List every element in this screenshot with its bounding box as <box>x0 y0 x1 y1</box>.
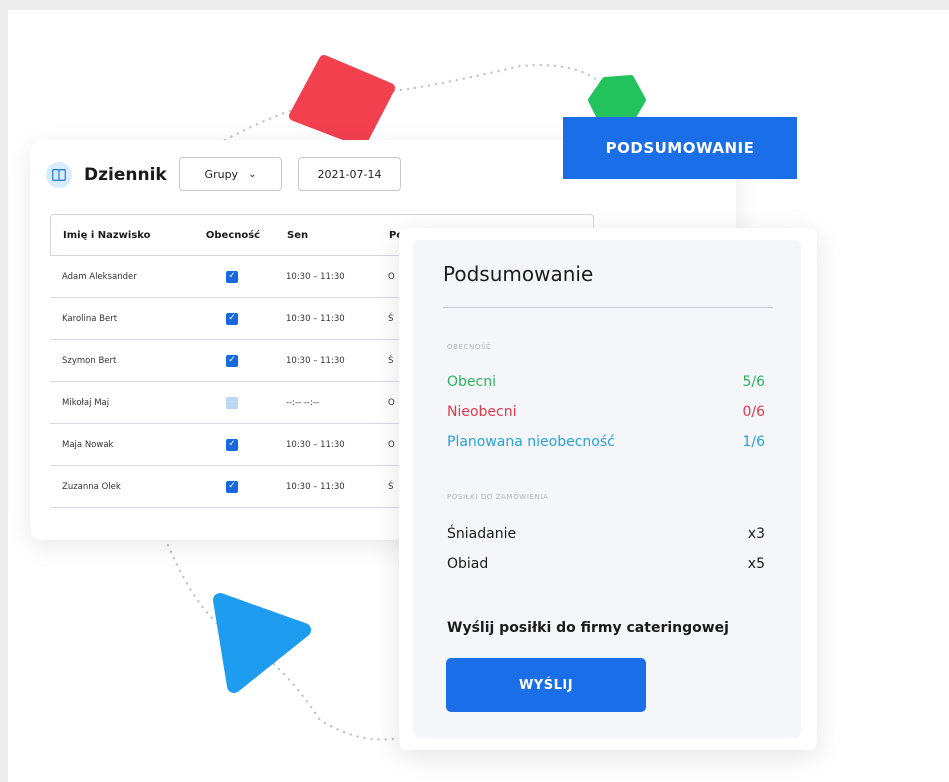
sleep-time: 10:30 – 11:30 <box>286 439 345 450</box>
child-name: Maja Nowak <box>62 439 114 450</box>
summary-title: Podsumowanie <box>443 262 594 286</box>
group-select[interactable]: Grupy ⌄ <box>179 157 282 191</box>
present-label: Obecni <box>447 374 496 390</box>
attendance-section-header: OBECNOŚĆ <box>447 343 492 351</box>
group-select-label: Grupy <box>204 167 239 181</box>
attendance-checkbox[interactable]: ✓ <box>226 312 238 325</box>
child-name: Mikołaj Maj <box>62 397 110 408</box>
date-field[interactable]: 2021-07-14 <box>298 157 401 191</box>
send-meals-label: Wyślij posiłki do firmy cateringowej <box>447 620 729 636</box>
breakfast-value: x3 <box>747 526 765 542</box>
attendance-checkbox[interactable]: ✓ <box>226 480 238 493</box>
child-name: Zuzanna Olek <box>62 481 121 492</box>
breakfast-label: Śniadanie <box>447 526 517 542</box>
meal-row-breakfast: Śniadanie x3 <box>447 526 765 542</box>
sleep-time: 10:30 – 11:30 <box>286 355 345 366</box>
summary-button[interactable]: PODSUMOWANIE <box>563 117 797 179</box>
blue-triangle-decoration <box>213 593 311 693</box>
planned-label: Planowana nieobecność <box>447 434 615 450</box>
lunch-label: Obiad <box>447 556 489 572</box>
attendance-checkbox[interactable]: – <box>226 396 238 409</box>
column-header-name: Imię i Nazwisko <box>63 229 151 241</box>
sleep-time: 10:30 – 11:30 <box>286 271 345 282</box>
meals-section-header: POSIŁKI DO ZAMÓWIENIA <box>447 493 549 501</box>
meal-row-lunch: Obiad x5 <box>447 556 765 572</box>
planned-value: 1/6 <box>742 434 765 450</box>
red-shape-decoration <box>289 55 395 147</box>
attendance-checkbox[interactable]: ✓ <box>226 354 238 367</box>
column-header-sleep: Sen <box>287 229 309 241</box>
summary-planned-row: Planowana nieobecność 1/6 <box>447 434 765 450</box>
journal-title-text: Dziennik <box>84 165 167 185</box>
send-button[interactable]: WYŚLIJ <box>446 658 646 712</box>
absent-value: 0/6 <box>742 404 765 420</box>
sleep-time: 10:30 – 11:30 <box>286 313 345 324</box>
book-icon <box>46 162 72 188</box>
journal-title: Dziennik <box>46 162 167 188</box>
column-header-attendance: Obecność <box>205 229 261 241</box>
child-name: Szymon Bert <box>62 355 117 366</box>
lunch-value: x5 <box>747 556 765 572</box>
summary-absent-row: Nieobecni 0/6 <box>447 404 765 420</box>
attendance-checkbox[interactable]: ✓ <box>226 270 238 283</box>
attendance-checkbox[interactable]: ✓ <box>226 438 238 451</box>
sleep-time: 10:30 – 11:30 <box>286 481 345 492</box>
sleep-time: --:-- --:-- <box>286 397 319 408</box>
summary-present-row: Obecni 5/6 <box>447 374 765 390</box>
chevron-down-icon: ⌄ <box>248 168 257 180</box>
absent-label: Nieobecni <box>447 404 517 420</box>
present-value: 5/6 <box>742 374 765 390</box>
child-name: Adam Aleksander <box>62 271 137 282</box>
divider <box>443 307 773 308</box>
child-name: Karolina Bert <box>62 313 118 324</box>
